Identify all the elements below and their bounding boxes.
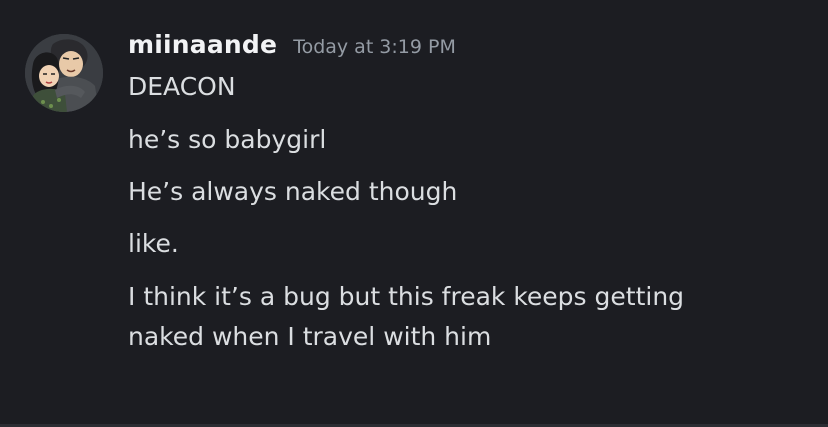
message-header: miinaande Today at 3:19 PM (128, 30, 456, 64)
message-line: he’s so babygirl (128, 125, 327, 154)
avatar[interactable] (25, 34, 103, 112)
message-line: He’s always naked though (128, 177, 458, 206)
message-timestamp[interactable]: Today at 3:19 PM (293, 36, 456, 58)
message-line: naked when I travel with him (128, 322, 492, 351)
chat-message: miinaande Today at 3:19 PM DEACON he’s s… (0, 0, 828, 427)
message-line: DEACON (128, 72, 236, 101)
message-line: I think it’s a bug but this freak keeps … (128, 282, 685, 311)
username[interactable]: miinaande (128, 30, 277, 59)
avatar-illustration-icon (25, 34, 103, 112)
message-line: like. (128, 229, 179, 258)
